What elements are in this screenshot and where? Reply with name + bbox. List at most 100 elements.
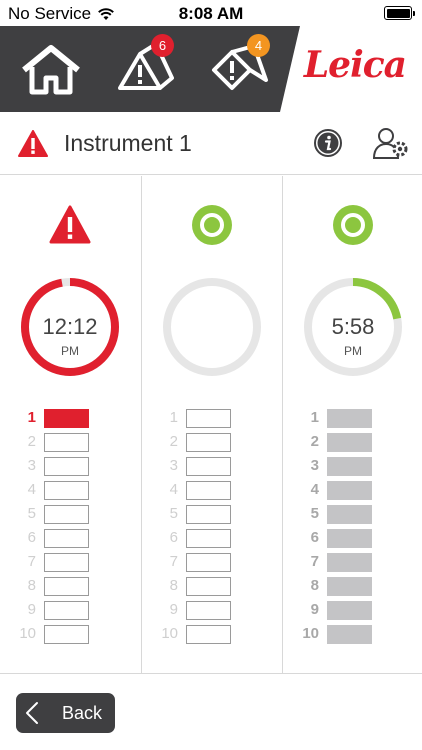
slot-row[interactable]: 2: [154, 432, 254, 456]
slot-row[interactable]: 8: [154, 576, 254, 600]
status-bar: No Service 8:08 AM: [0, 0, 422, 26]
slot-box: [44, 625, 89, 644]
page-title: Instrument 1: [64, 130, 192, 156]
slot-row[interactable]: 8: [12, 576, 112, 600]
slot-number: 10: [19, 625, 36, 642]
slot-box: [327, 505, 372, 524]
battery-icon: [384, 6, 415, 20]
slot-row[interactable]: 6: [295, 528, 395, 552]
slot-row[interactable]: 5: [12, 504, 112, 528]
slot-number: 5: [27, 505, 36, 522]
slot-number: 3: [27, 457, 36, 474]
slot-number: 9: [27, 601, 36, 618]
slot-number: 1: [169, 409, 178, 426]
home-button[interactable]: [18, 36, 84, 102]
slot-row[interactable]: 3: [295, 456, 395, 480]
slot-number: 4: [27, 481, 36, 498]
slot-box: [327, 529, 372, 548]
slot-number: 9: [310, 601, 319, 618]
slot-box: [44, 553, 89, 572]
slot-list: 1 2 3 4 5 6 7 8 9 10: [154, 408, 254, 648]
slot-box: [186, 577, 231, 596]
alarms-button[interactable]: 6: [110, 34, 176, 102]
slot-row[interactable]: 8: [295, 576, 395, 600]
slot-number: 5: [169, 505, 178, 522]
slot-number: 4: [169, 481, 178, 498]
slot-number: 1: [310, 409, 319, 426]
slot-row[interactable]: 4: [295, 480, 395, 504]
slot-row[interactable]: 4: [12, 480, 112, 504]
warnings-button[interactable]: 4: [206, 34, 272, 102]
chevron-left-icon: [26, 702, 38, 724]
slot-row[interactable]: 3: [154, 456, 254, 480]
instrument-header: Instrument 1: [0, 112, 422, 175]
progress-ring: [163, 278, 261, 376]
instrument-columns: 12:12 PM 1 2 3 4 5 6 7 8 9 10 1 2 3 4 5 6 7 8 9 10 5:58 PM…: [0, 176, 422, 674]
slot-list: 1 2 3 4 5 6 7 8 9 10: [295, 408, 395, 648]
slot-row[interactable]: 9: [12, 600, 112, 624]
slot-row[interactable]: 2: [295, 432, 395, 456]
slot-row[interactable]: 1: [12, 408, 112, 432]
slot-row[interactable]: 7: [12, 552, 112, 576]
slot-number: 7: [310, 553, 319, 570]
slot-box: [44, 481, 89, 500]
slot-row[interactable]: 3: [12, 456, 112, 480]
slot-row[interactable]: 1: [154, 408, 254, 432]
slot-box: [327, 481, 372, 500]
slot-number: 2: [310, 433, 319, 450]
slot-box: [327, 625, 372, 644]
slot-row[interactable]: 5: [295, 504, 395, 528]
ring-ampm: PM: [61, 344, 79, 358]
slot-number: 6: [169, 529, 178, 546]
slot-box: [327, 601, 372, 620]
slot-box: [186, 505, 231, 524]
slot-number: 7: [27, 553, 36, 570]
ring-ampm: PM: [344, 344, 362, 358]
slot-list: 1 2 3 4 5 6 7 8 9 10: [12, 408, 112, 648]
station-column-1[interactable]: 12:12 PM 1 2 3 4 5 6 7 8 9 10: [0, 176, 140, 674]
slot-row[interactable]: 10: [295, 624, 395, 648]
back-button[interactable]: Back: [16, 693, 115, 733]
station-column-3[interactable]: 5:58 PM 1 2 3 4 5 6 7 8 9 10: [282, 176, 422, 674]
slot-box: [186, 481, 231, 500]
user-settings-button[interactable]: [372, 126, 410, 160]
slot-box: [186, 457, 231, 476]
slot-box: [186, 529, 231, 548]
ok-status-icon: [333, 205, 373, 245]
slot-row[interactable]: 6: [154, 528, 254, 552]
slot-row[interactable]: 10: [12, 624, 112, 648]
slot-row[interactable]: 5: [154, 504, 254, 528]
slot-row[interactable]: 9: [154, 600, 254, 624]
slot-row[interactable]: 1: [295, 408, 395, 432]
slot-row[interactable]: 7: [154, 552, 254, 576]
info-icon: [314, 129, 342, 157]
slot-number: 10: [302, 625, 319, 642]
slot-box: [186, 553, 231, 572]
slot-box: [186, 433, 231, 452]
info-button[interactable]: [313, 128, 343, 158]
back-label: Back: [62, 703, 103, 723]
slot-number: 6: [27, 529, 36, 546]
slot-number: 8: [169, 577, 178, 594]
slot-number: 9: [169, 601, 178, 618]
slot-row[interactable]: 2: [12, 432, 112, 456]
slot-row[interactable]: 9: [295, 600, 395, 624]
slot-box: [327, 457, 372, 476]
slot-box: [327, 409, 372, 428]
slot-box: [44, 457, 89, 476]
slot-number: 2: [27, 433, 36, 450]
slot-row[interactable]: 10: [154, 624, 254, 648]
slot-row[interactable]: 7: [295, 552, 395, 576]
slot-row[interactable]: 4: [154, 480, 254, 504]
top-nav: 6 4 Leica: [0, 26, 422, 112]
slot-box: [327, 553, 372, 572]
slot-number: 6: [310, 529, 319, 546]
station-column-2[interactable]: 1 2 3 4 5 6 7 8 9 10: [141, 176, 281, 674]
slot-number: 3: [169, 457, 178, 474]
slot-number: 7: [169, 553, 178, 570]
slot-box: [186, 409, 231, 428]
alarms-badge: 6: [151, 34, 174, 57]
ok-status-icon: [192, 205, 232, 245]
slot-box: [44, 433, 89, 452]
slot-row[interactable]: 6: [12, 528, 112, 552]
